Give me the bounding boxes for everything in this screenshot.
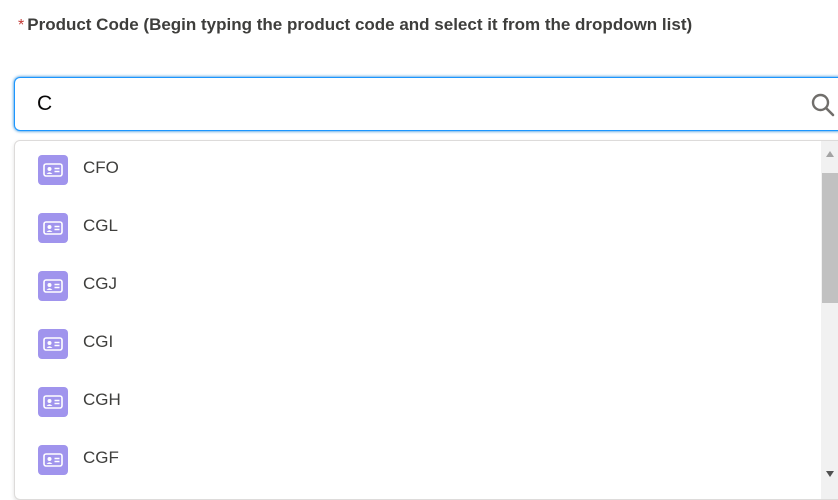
contact-card-icon	[38, 213, 68, 243]
dropdown-option-label: CGF	[83, 448, 119, 467]
dropdown-option[interactable]: CGL	[15, 199, 815, 257]
dropdown-option-label: CGH	[83, 390, 121, 409]
dropdown-option[interactable]: CGF	[15, 431, 815, 489]
dropdown-option-label: CFO	[83, 158, 119, 177]
contact-card-icon	[38, 387, 68, 417]
scrollbar-thumb[interactable]	[822, 173, 838, 303]
contact-card-icon	[38, 329, 68, 359]
dropdown-option-label: CGJ	[83, 274, 117, 293]
dropdown-option[interactable]: CFO	[15, 141, 815, 199]
contact-card-icon	[38, 271, 68, 301]
dropdown-option[interactable]: CGI	[15, 315, 815, 373]
product-code-combobox[interactable]	[14, 77, 838, 131]
scroll-down-arrow-icon[interactable]	[825, 469, 835, 479]
scroll-up-arrow-icon[interactable]	[825, 149, 835, 159]
dropdown-option[interactable]: CGH	[15, 373, 815, 431]
required-marker: *	[18, 17, 25, 34]
product-code-dropdown-list: CFO CGL CGJ CGI CGH CGF	[14, 140, 838, 500]
product-code-input[interactable]	[37, 88, 797, 120]
product-code-label-text: Product Code (Begin typing the product c…	[27, 15, 693, 34]
search-icon[interactable]	[810, 92, 836, 118]
dropdown-option-label: CGI	[83, 332, 114, 351]
dropdown-scrollbar[interactable]	[821, 141, 838, 499]
dropdown-option-label: CGL	[83, 216, 118, 235]
contact-card-icon	[38, 445, 68, 475]
contact-card-icon	[38, 155, 68, 185]
dropdown-option[interactable]: CGJ	[15, 257, 815, 315]
product-code-label: * Product Code (Begin typing the product …	[18, 12, 758, 39]
